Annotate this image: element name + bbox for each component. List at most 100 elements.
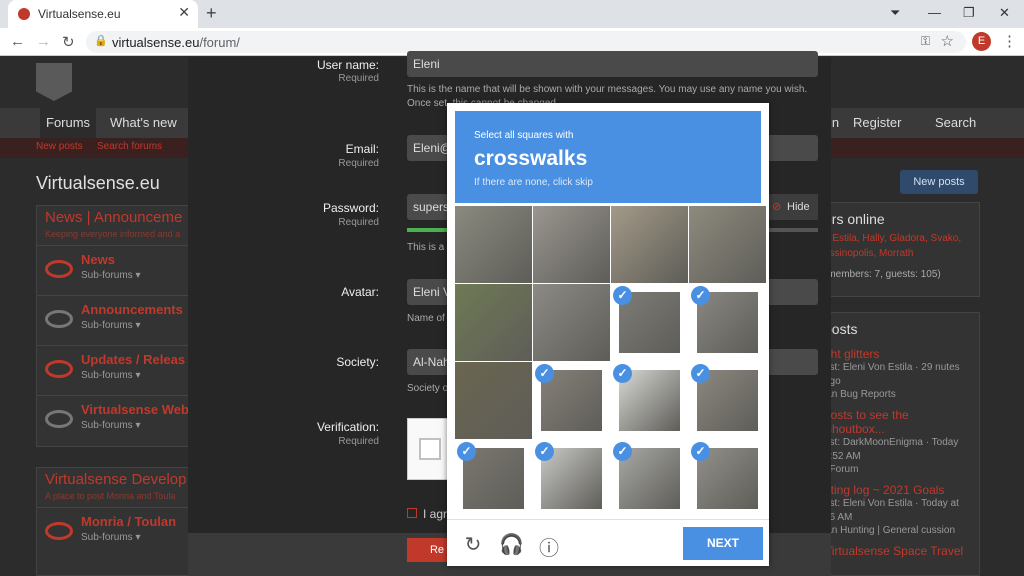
browser-menu-icon[interactable]: ⋮ bbox=[1002, 32, 1017, 50]
hide-label: Hide bbox=[787, 201, 810, 213]
info-icon[interactable]: ⓘ bbox=[537, 532, 561, 561]
panel-title: ers online bbox=[824, 211, 885, 227]
list-item[interactable]: Monria / Toulan Sub-forums ▾ bbox=[37, 507, 195, 557]
node-title[interactable]: Announcements bbox=[81, 302, 183, 317]
new-posts-button[interactable]: New posts bbox=[900, 170, 978, 194]
node-title[interactable]: Monria / Toulan bbox=[81, 514, 176, 529]
subforums-link[interactable]: Sub-forums ▾ bbox=[81, 270, 140, 281]
captcha-tile[interactable] bbox=[455, 362, 532, 439]
list-item[interactable]: Virtualsense Webs Sub-forums ▾ bbox=[37, 395, 196, 445]
post-title[interactable]: nting log ~ 2021 Goals bbox=[824, 483, 971, 497]
subforums-link[interactable]: Sub-forums ▾ bbox=[81, 320, 140, 331]
tile-selected-check-icon: ✓ bbox=[535, 364, 554, 383]
node-title[interactable]: Virtualsense Webs bbox=[81, 402, 196, 417]
new-tab-icon[interactable]: + bbox=[206, 3, 217, 24]
post-meta: est: Eleni Von Estila · 29 nutes ago bbox=[824, 362, 960, 387]
profile-menu-icon[interactable]: ⏷ bbox=[890, 5, 900, 21]
block-title[interactable]: News | Announceme bbox=[37, 206, 195, 229]
chat-icon bbox=[45, 260, 73, 278]
post-forum[interactable]: lan Hunting | General cussion bbox=[824, 525, 971, 536]
tile-selected-check-icon: ✓ bbox=[457, 442, 476, 461]
list-item[interactable]: News Sub-forums ▾ bbox=[37, 245, 195, 295]
captcha-tile[interactable] bbox=[611, 206, 688, 283]
captcha-tile[interactable]: ✓ bbox=[689, 284, 766, 361]
block-title[interactable]: Virtualsense Develop bbox=[37, 468, 195, 491]
captcha-tile[interactable]: ✓ bbox=[533, 362, 610, 439]
url-input[interactable]: 🔒 virtualsense.eu/forum/ ⚿ ☆ bbox=[86, 31, 966, 53]
post-title[interactable]: ght glitters bbox=[824, 347, 971, 361]
hide-password-button[interactable]: ⊘ Hide bbox=[767, 194, 818, 220]
agree-terms[interactable]: I agr bbox=[407, 507, 447, 521]
captcha-tile[interactable]: ✓ bbox=[533, 440, 610, 517]
captcha-tile[interactable] bbox=[533, 284, 610, 361]
node-title[interactable]: Updates / Releas bbox=[81, 352, 185, 367]
captcha-tile[interactable] bbox=[455, 206, 532, 283]
list-item[interactable]: Updates / Releas Sub-forums ▾ bbox=[37, 345, 195, 395]
eye-slash-icon: ⊘ bbox=[772, 201, 782, 213]
list-item[interactable]: posts to see the Shoutbox... est: DarkMo… bbox=[816, 408, 979, 483]
username-field[interactable]: Eleni bbox=[407, 51, 818, 77]
post-title[interactable]: Virtualsense Space Travel bbox=[824, 544, 971, 558]
captcha-tile[interactable]: ✓ bbox=[611, 440, 688, 517]
captcha-tile[interactable] bbox=[455, 284, 532, 361]
next-button[interactable]: NEXT bbox=[683, 527, 763, 560]
captcha-tile[interactable]: ✓ bbox=[689, 440, 766, 517]
members-online-panel: ers online n Estila, Hally, Gladora, Sva… bbox=[815, 202, 980, 297]
required-label: Required bbox=[338, 158, 379, 169]
chat-icon bbox=[45, 410, 73, 428]
captcha-skip-hint: If there are none, click skip bbox=[474, 177, 593, 188]
tab-title: Virtualsense.eu bbox=[38, 7, 121, 21]
post-title[interactable]: posts to see the Shoutbox... bbox=[824, 408, 971, 436]
nav-register[interactable]: Register bbox=[853, 115, 901, 130]
subnav-new-posts[interactable]: New posts bbox=[36, 141, 83, 152]
online-count: (members: 7, guests: 105) bbox=[824, 269, 941, 280]
bookmark-star-icon[interactable]: ☆ bbox=[941, 32, 954, 50]
list-item[interactable]: Virtualsense Space Travel bbox=[816, 544, 979, 558]
chat-icon bbox=[45, 310, 73, 328]
tile-selected-check-icon: ✓ bbox=[613, 364, 632, 383]
captcha-tile[interactable]: ✓ bbox=[611, 362, 688, 439]
subforums-link[interactable]: Sub-forums ▾ bbox=[81, 420, 140, 431]
close-tab-icon[interactable]: ✕ bbox=[178, 4, 190, 21]
captcha-tile[interactable]: ✓ bbox=[689, 362, 766, 439]
post-forum[interactable]: t Forum bbox=[824, 464, 971, 475]
post-forum[interactable]: lan Bug Reports bbox=[824, 389, 971, 400]
close-window-icon[interactable]: ✕ bbox=[999, 5, 1010, 21]
subforums-link[interactable]: Sub-forums ▾ bbox=[81, 370, 140, 381]
headphones-icon[interactable]: 🎧 bbox=[499, 532, 524, 557]
captcha-grid: ✓ ✓ ✓ ✓ ✓ ✓ ✓ ✓ ✓ bbox=[455, 206, 766, 517]
key-icon[interactable]: ⚿ bbox=[921, 34, 930, 49]
lock-icon: 🔒 bbox=[94, 35, 108, 47]
captcha-tile[interactable] bbox=[533, 206, 610, 283]
chat-icon bbox=[45, 360, 73, 378]
url-host: virtualsense.eu bbox=[112, 35, 200, 50]
minimize-icon[interactable]: — bbox=[928, 5, 941, 20]
subnav-search-forums[interactable]: Search forums bbox=[97, 141, 162, 152]
tile-selected-check-icon: ✓ bbox=[691, 364, 710, 383]
reload-icon[interactable]: ↻ bbox=[62, 33, 75, 51]
node-title[interactable]: News bbox=[81, 252, 115, 267]
browser-tab[interactable]: Virtualsense.eu ✕ bbox=[8, 0, 198, 28]
captcha-checkbox[interactable] bbox=[419, 438, 441, 460]
captcha-tile[interactable]: ✓ bbox=[611, 284, 688, 361]
profile-avatar[interactable]: E bbox=[972, 32, 991, 51]
agree-checkbox[interactable] bbox=[407, 508, 417, 518]
nav-forums[interactable]: Forums bbox=[40, 108, 97, 138]
list-item[interactable]: Announcements Sub-forums ▾ bbox=[37, 295, 195, 345]
back-icon[interactable]: ← bbox=[10, 33, 25, 50]
nav-search[interactable]: Search bbox=[935, 115, 976, 130]
forward-icon[interactable]: → bbox=[36, 33, 51, 50]
list-item[interactable]: ght glitters est: Eleni Von Estila · 29 … bbox=[816, 347, 979, 408]
captcha-tile[interactable] bbox=[689, 206, 766, 283]
panel-title: posts bbox=[824, 321, 858, 337]
reload-icon[interactable]: ↻ bbox=[461, 532, 485, 557]
username-label: User name: bbox=[316, 58, 379, 72]
subforums-link[interactable]: Sub-forums ▾ bbox=[81, 532, 140, 543]
nav-whats-new[interactable]: What's new bbox=[110, 115, 177, 130]
captcha-tile[interactable]: ✓ bbox=[455, 440, 532, 517]
list-item[interactable]: nting log ~ 2021 Goals est: Eleni Von Es… bbox=[816, 483, 979, 544]
post-meta: est: Eleni Von Estila · Today at 26 AM bbox=[824, 498, 959, 523]
restore-icon[interactable]: ❐ bbox=[963, 5, 975, 21]
site-logo[interactable] bbox=[36, 63, 72, 101]
online-member-names[interactable]: n Estila, Hally, Gladora, Svako, essinop… bbox=[816, 231, 979, 261]
